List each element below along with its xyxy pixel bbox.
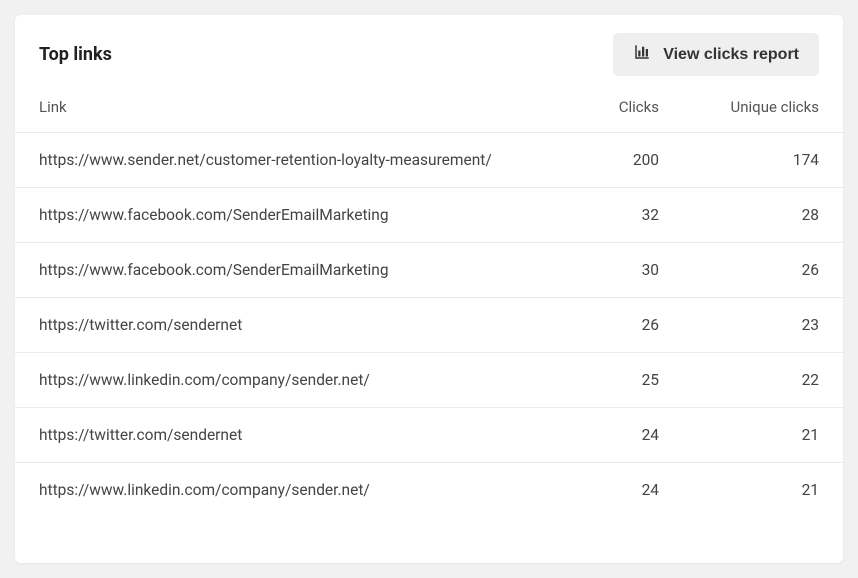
table-row: https://www.linkedin.com/company/sender.… [15, 463, 843, 517]
card-title: Top links [39, 44, 112, 65]
cell-unique: 174 [659, 151, 819, 169]
view-clicks-report-button[interactable]: View clicks report [613, 33, 819, 76]
cell-unique: 26 [659, 261, 819, 279]
view-clicks-report-label: View clicks report [663, 46, 799, 64]
col-header-clicks: Clicks [559, 98, 659, 116]
cell-link: https://www.linkedin.com/company/sender.… [39, 371, 559, 389]
cell-clicks: 200 [559, 151, 659, 169]
cell-link: https://twitter.com/sendernet [39, 426, 559, 444]
table-row: https://www.linkedin.com/company/sender.… [15, 353, 843, 408]
cell-unique: 23 [659, 316, 819, 334]
table-header-row: Link Clicks Unique clicks [15, 84, 843, 133]
cell-link: https://www.linkedin.com/company/sender.… [39, 481, 559, 499]
links-table: Link Clicks Unique clicks https://www.se… [15, 84, 843, 517]
cell-clicks: 24 [559, 481, 659, 499]
cell-clicks: 24 [559, 426, 659, 444]
cell-unique: 21 [659, 426, 819, 444]
cell-clicks: 26 [559, 316, 659, 334]
col-header-unique: Unique clicks [659, 98, 819, 116]
cell-link: https://www.facebook.com/SenderEmailMark… [39, 261, 559, 279]
table-row: https://www.facebook.com/SenderEmailMark… [15, 188, 843, 243]
top-links-card: Top links View clicks report Link Clicks… [15, 15, 843, 563]
card-header: Top links View clicks report [15, 15, 843, 84]
table-row: https://www.sender.net/customer-retentio… [15, 133, 843, 188]
col-header-link: Link [39, 98, 559, 116]
cell-link: https://twitter.com/sendernet [39, 316, 559, 334]
table-row: https://twitter.com/sendernet 24 21 [15, 408, 843, 463]
cell-clicks: 32 [559, 206, 659, 224]
table-row: https://www.facebook.com/SenderEmailMark… [15, 243, 843, 298]
cell-link: https://www.sender.net/customer-retentio… [39, 151, 559, 169]
cell-clicks: 30 [559, 261, 659, 279]
cell-clicks: 25 [559, 371, 659, 389]
cell-link: https://www.facebook.com/SenderEmailMark… [39, 206, 559, 224]
cell-unique: 28 [659, 206, 819, 224]
bar-chart-icon [633, 43, 651, 66]
cell-unique: 22 [659, 371, 819, 389]
table-row: https://twitter.com/sendernet 26 23 [15, 298, 843, 353]
cell-unique: 21 [659, 481, 819, 499]
